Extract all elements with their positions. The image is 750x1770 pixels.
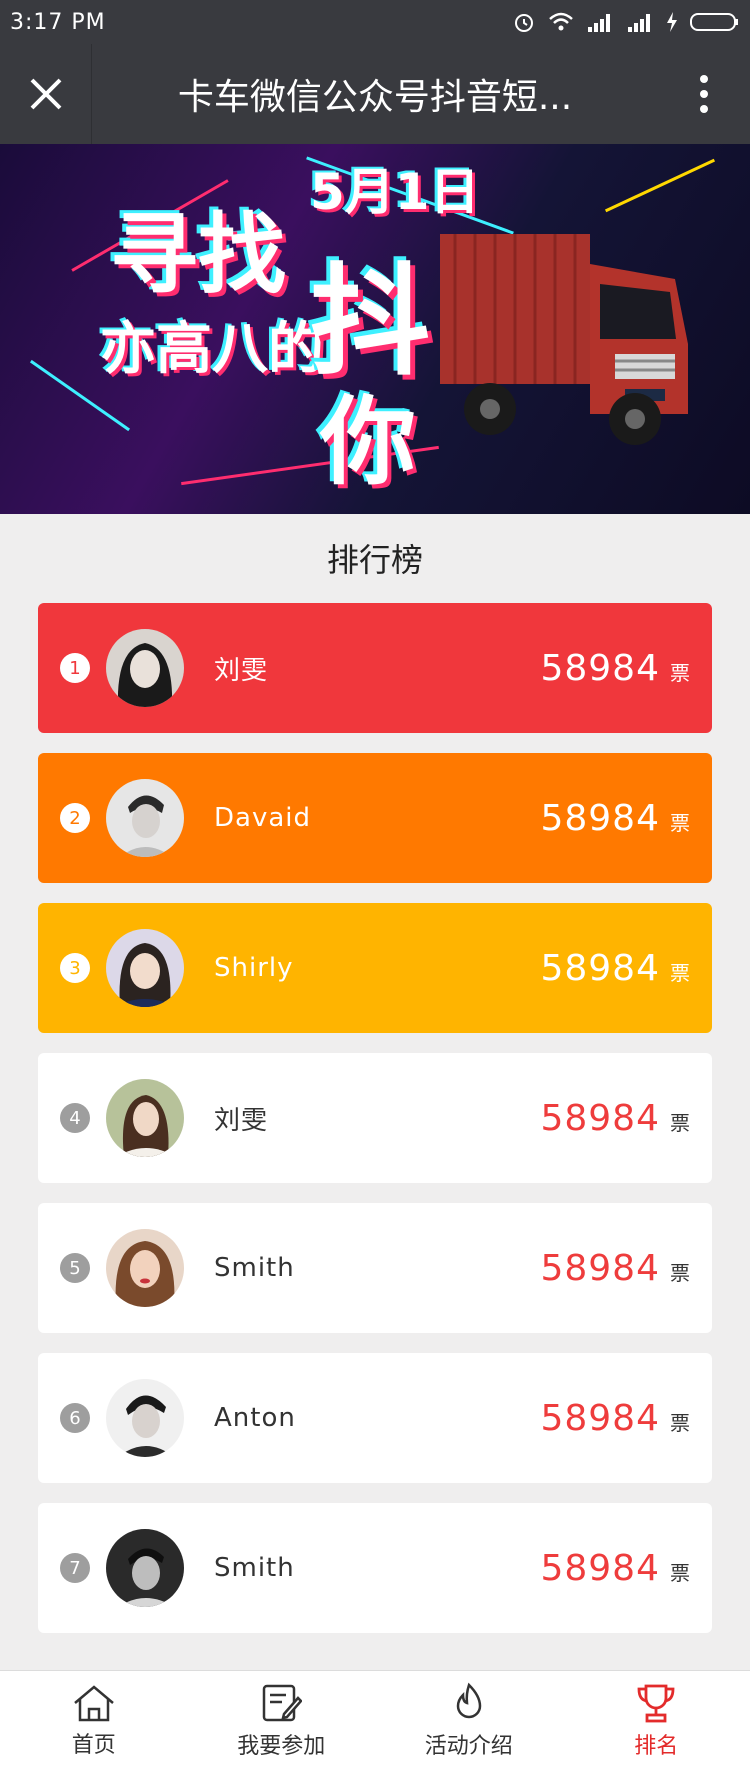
more-button[interactable] xyxy=(658,44,750,144)
tab-intro[interactable]: 活动介绍 xyxy=(375,1671,563,1770)
ranking-title: 排行榜 xyxy=(326,541,423,579)
tab-home[interactable]: 首页 xyxy=(0,1671,188,1770)
rank-badge: 2 xyxy=(60,803,90,833)
tab-label: 排名 xyxy=(634,1733,679,1759)
contestant-name: Shirly xyxy=(214,953,294,983)
avatar xyxy=(106,929,184,1007)
vote-unit: 票 xyxy=(670,1410,690,1435)
signal-icon-2 xyxy=(628,14,650,32)
avatar xyxy=(106,629,184,707)
ranking-row-6[interactable]: 6 Anton 58984 票 xyxy=(38,1353,712,1483)
vote-number: 58984 xyxy=(540,647,660,689)
battery-icon xyxy=(690,13,738,31)
vote-unit: 票 xyxy=(670,660,690,685)
rank-badge: 1 xyxy=(60,653,90,683)
rank-badge: 6 xyxy=(60,1403,90,1433)
vote-unit: 票 xyxy=(670,1110,690,1135)
charging-icon xyxy=(667,12,677,32)
avatar xyxy=(106,1229,184,1307)
banner-text-1: 寻找 xyxy=(110,203,287,306)
vote-number: 58984 xyxy=(540,1547,660,1589)
signal-icon xyxy=(588,14,610,32)
vote-count: 58984 票 xyxy=(540,798,690,839)
contestant-name: 刘雯 xyxy=(214,1105,269,1136)
ranking-row-3[interactable]: 3 Shirly 58984 票 xyxy=(38,903,712,1033)
status-bar: 3:17 PM xyxy=(0,0,750,44)
more-vertical-icon xyxy=(700,75,708,113)
contestant-name: 刘雯 xyxy=(214,655,269,686)
tab-label: 我要参加 xyxy=(237,1733,326,1759)
truck-image xyxy=(440,234,688,445)
ranking-row-5[interactable]: 5 Smith 58984 票 xyxy=(38,1203,712,1333)
nav-bar: 卡车微信公众号抖音短... xyxy=(0,44,750,144)
vote-number: 58984 xyxy=(540,797,660,839)
vote-number: 58984 xyxy=(540,1097,660,1139)
ranking-row-4[interactable]: 4 刘雯 58984 票 xyxy=(38,1053,712,1183)
bottom-tab-bar: 首页 我要参加 活动介绍 排名 xyxy=(0,1670,750,1770)
vote-unit: 票 xyxy=(670,1260,690,1285)
rank-badge: 5 xyxy=(60,1253,90,1283)
avatar xyxy=(106,1379,184,1457)
flame-icon xyxy=(456,1682,482,1718)
status-time: 3:17 PM xyxy=(10,9,106,35)
contestant-name: Smith xyxy=(214,1253,295,1283)
trophy-icon xyxy=(637,1684,675,1722)
close-button[interactable] xyxy=(0,44,92,144)
wifi-icon xyxy=(549,12,573,31)
vote-number: 58984 xyxy=(540,947,660,989)
tab-label: 活动介绍 xyxy=(424,1733,513,1759)
ranking-row-1[interactable]: 1 刘雯 58984 票 xyxy=(38,603,712,733)
rank-badge: 3 xyxy=(60,953,90,983)
ranking-row-2[interactable]: 2 Davaid 58984 票 xyxy=(38,753,712,883)
contestant-name: Davaid xyxy=(214,803,311,833)
tab-label: 首页 xyxy=(71,1732,116,1758)
banner-text-3: 你 xyxy=(320,386,416,498)
promo-banner[interactable]: 5月1日 寻找 亦高八的 抖 你 xyxy=(0,144,750,514)
rank-badge: 4 xyxy=(60,1103,90,1133)
avatar xyxy=(106,1529,184,1607)
vote-count: 58984 票 xyxy=(540,1098,690,1139)
vote-unit: 票 xyxy=(670,960,690,985)
ranking-row-7[interactable]: 7 Smith 58984 票 xyxy=(38,1503,712,1633)
rank-badge: 7 xyxy=(60,1553,90,1583)
vote-count: 58984 票 xyxy=(540,1398,690,1439)
avatar xyxy=(106,779,184,857)
alarm-icon xyxy=(515,14,533,32)
vote-count: 58984 票 xyxy=(540,1248,690,1289)
contestant-name: Anton xyxy=(214,1403,296,1433)
vote-number: 58984 xyxy=(540,1247,660,1289)
tab-join[interactable]: 我要参加 xyxy=(188,1671,376,1770)
home-icon xyxy=(73,1684,114,1721)
vote-unit: 票 xyxy=(670,810,690,835)
contestant-name: Smith xyxy=(214,1553,295,1583)
vote-count: 58984 票 xyxy=(540,1548,690,1589)
tab-ranking[interactable]: 排名 xyxy=(563,1671,750,1770)
avatar xyxy=(106,1079,184,1157)
vote-count: 58984 票 xyxy=(540,948,690,989)
edit-icon xyxy=(263,1684,303,1721)
close-icon xyxy=(30,78,61,110)
page-title: 卡车微信公众号抖音短... xyxy=(177,77,573,118)
vote-number: 58984 xyxy=(540,1397,660,1439)
vote-count: 58984 票 xyxy=(540,648,690,689)
banner-text-4: 亦高八的 xyxy=(100,317,324,382)
vote-unit: 票 xyxy=(670,1560,690,1585)
